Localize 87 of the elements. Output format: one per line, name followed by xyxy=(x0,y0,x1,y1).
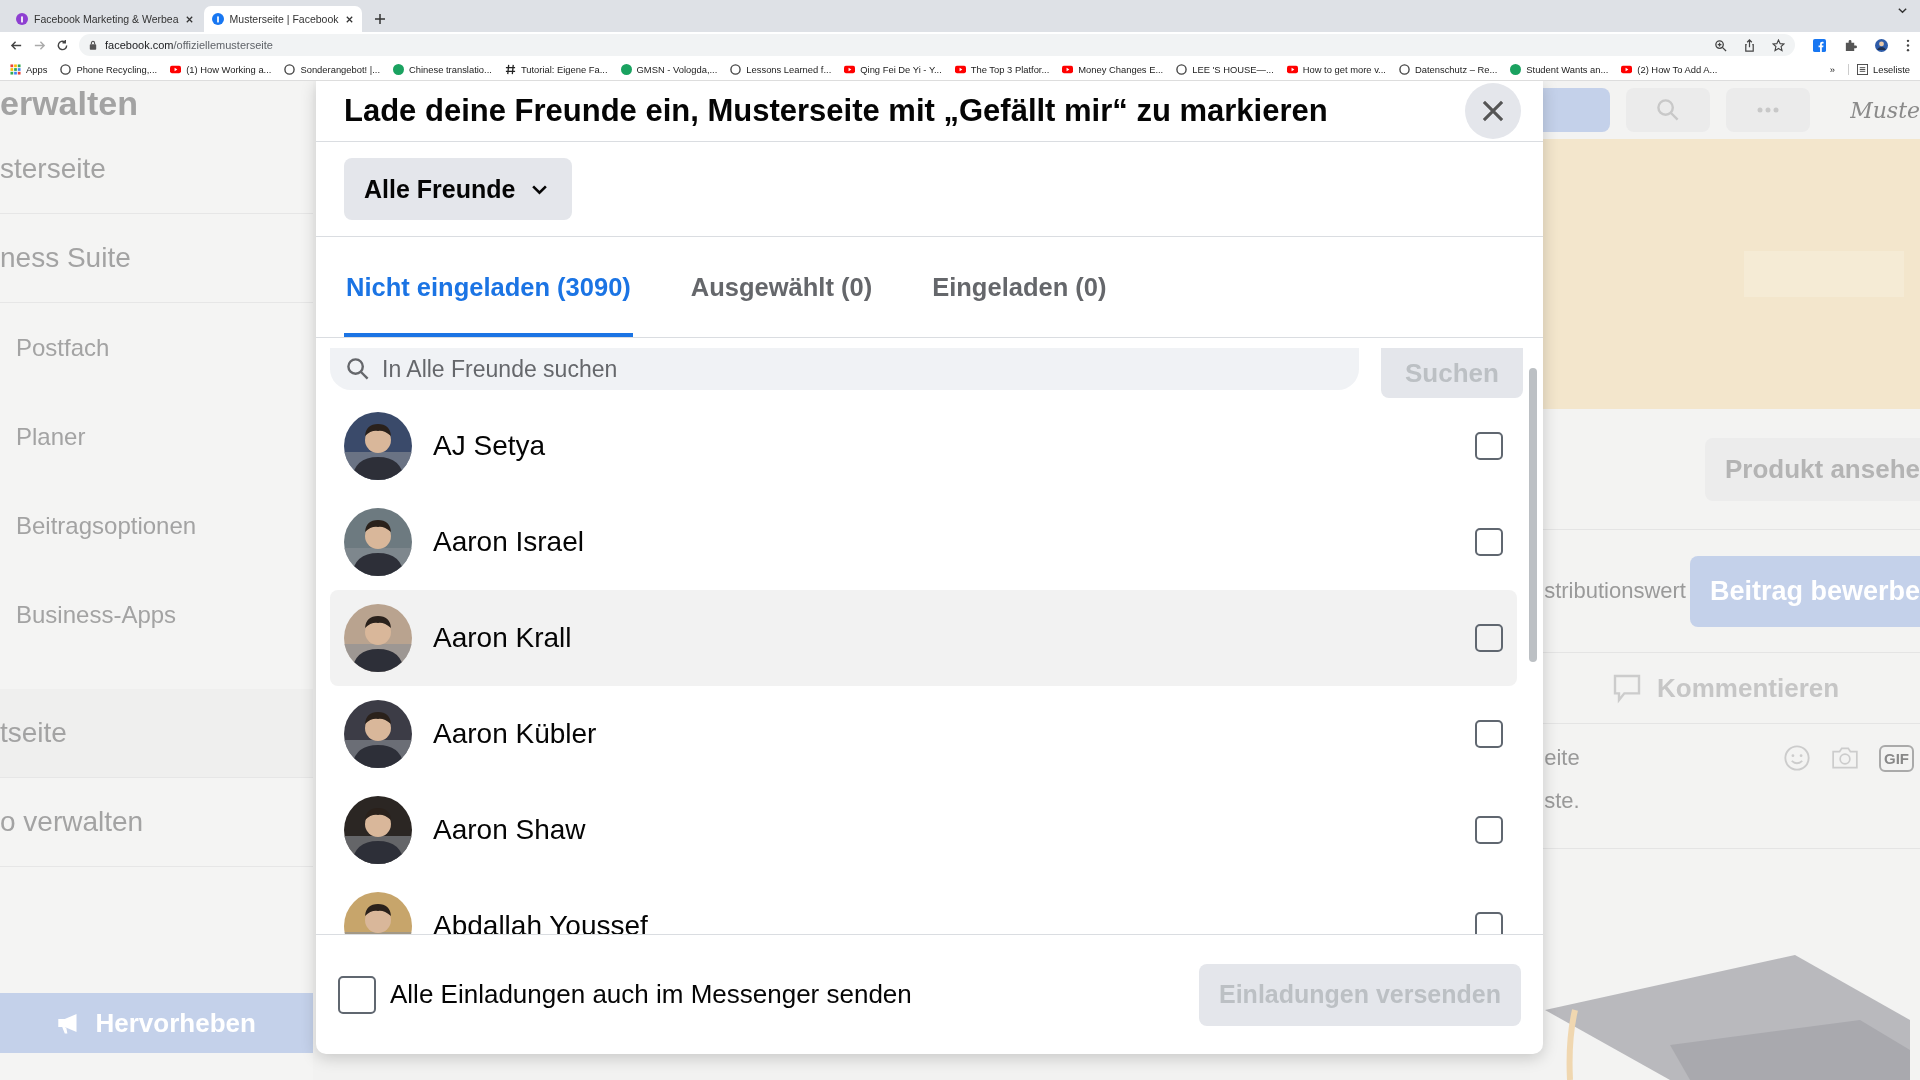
more-bookmarks[interactable]: » xyxy=(1829,63,1835,75)
reload-icon[interactable] xyxy=(56,38,69,52)
site-icon xyxy=(284,63,296,75)
more-icon xyxy=(1756,107,1781,113)
page-logo: Muste xyxy=(1850,97,1920,123)
chevron-down-icon xyxy=(531,183,549,195)
friend-name: AJ Setya xyxy=(433,430,546,462)
site-icon xyxy=(16,13,28,25)
site-icon xyxy=(1398,63,1410,75)
checkbox[interactable] xyxy=(1475,720,1503,748)
play-icon xyxy=(1286,63,1298,75)
distribution-text: stributionswert xyxy=(1543,578,1686,604)
checkbox[interactable] xyxy=(1475,816,1503,844)
profile-avatar[interactable] xyxy=(1875,38,1888,52)
comment-note: ste. xyxy=(1544,788,1581,814)
search-icon xyxy=(346,357,370,381)
apps-grid-icon xyxy=(10,63,21,75)
checkbox[interactable] xyxy=(1475,432,1503,460)
bookmark[interactable]: Tutorial: Eigene Fa... xyxy=(504,63,608,75)
play-icon xyxy=(1621,63,1633,75)
close-button[interactable] xyxy=(1465,83,1521,139)
site-icon xyxy=(60,63,72,75)
play-icon xyxy=(954,63,966,75)
menu-icon[interactable] xyxy=(1906,38,1910,52)
checkbox[interactable] xyxy=(1475,912,1503,934)
filter-dropdown[interactable]: Alle Freunde xyxy=(344,158,573,220)
close-icon[interactable] xyxy=(344,14,354,24)
bookmark[interactable]: GMSN - Vologda,... xyxy=(620,63,718,75)
friend-name: Aaron Shaw xyxy=(433,814,586,846)
play-icon xyxy=(1062,63,1074,75)
checkbox[interactable] xyxy=(1475,528,1503,556)
site-icon xyxy=(1176,63,1188,75)
dialog-title: Lade deine Freunde ein, Musterseite mit „Gefällt mir“ zu markieren xyxy=(344,93,1328,129)
friend-row[interactable]: Aaron Shaw xyxy=(330,782,1517,878)
site-icon xyxy=(393,63,404,75)
bookmark[interactable]: Money Changes E... xyxy=(1062,63,1164,75)
bookmark[interactable]: How to get more v... xyxy=(1286,63,1386,75)
friend-name: Aaron Israel xyxy=(433,526,584,558)
new-tab-icon[interactable] xyxy=(373,13,386,25)
list-icon xyxy=(1857,63,1868,75)
close-icon xyxy=(1480,98,1506,124)
bookmark[interactable]: Qing Fei De Yi - Y... xyxy=(844,63,942,75)
site-icon xyxy=(620,63,632,75)
bookmark[interactable]: Sonderangebot! |... xyxy=(284,63,380,75)
zoom-icon[interactable] xyxy=(1714,38,1727,52)
friend-row[interactable]: Aaron Kübler xyxy=(330,686,1517,782)
bookmark[interactable]: The Top 3 Platfor... xyxy=(954,63,1050,75)
bookmark[interactable]: (2) How To Add A... xyxy=(1621,63,1718,75)
site-icon xyxy=(1510,63,1522,75)
dialog-tab[interactable]: Ausgewählt (0) xyxy=(688,237,875,337)
bookmark[interactable]: Chinese translatio... xyxy=(393,63,492,75)
messenger-option: Alle Einladungen auch im Messenger senden xyxy=(390,979,912,1010)
bookmark[interactable]: Phone Recycling,... xyxy=(60,63,158,75)
friend-row[interactable]: Aaron Krall xyxy=(330,590,1517,686)
share-icon[interactable] xyxy=(1743,38,1756,52)
search-icon xyxy=(1656,98,1681,122)
friend-name: Aaron Krall xyxy=(433,622,572,654)
checkbox[interactable] xyxy=(338,975,376,1014)
friend-name: Aaron Kübler xyxy=(433,718,597,750)
bookmark[interactable]: (1) How Working a... xyxy=(170,63,272,75)
site-icon xyxy=(730,63,742,75)
puzzle-icon[interactable] xyxy=(1844,38,1857,52)
bookmark[interactable]: Apps xyxy=(10,63,48,75)
lock-icon xyxy=(89,40,97,50)
hash-icon xyxy=(504,63,516,75)
bookmark[interactable]: Lessons Learned f... xyxy=(730,63,832,75)
star-icon[interactable] xyxy=(1772,38,1785,52)
close-icon[interactable] xyxy=(184,14,194,24)
bookmark[interactable]: Datenschutz – Re... xyxy=(1398,63,1498,75)
sidebar-heading: erwalten xyxy=(0,83,139,124)
play-icon xyxy=(844,63,856,75)
browser-tab[interactable]: Facebook Marketing & Werbea xyxy=(8,6,202,32)
address-bar[interactable]: facebook.com/offiziellemusterseite xyxy=(79,34,1795,56)
dialog-tab[interactable]: Eingeladen (0) xyxy=(930,237,1109,337)
scrollbar[interactable] xyxy=(1529,368,1537,662)
browser-tab[interactable]: Musterseite | Facebook xyxy=(203,6,362,32)
facebook-icon[interactable] xyxy=(1813,38,1826,52)
friend-row[interactable]: Aaron Israel xyxy=(330,494,1517,590)
checkbox[interactable] xyxy=(1475,624,1503,652)
site-icon xyxy=(211,13,224,25)
friend-row[interactable]: AJ Setya xyxy=(330,398,1517,494)
bookmark[interactable]: LEE 'S HOUSE—... xyxy=(1176,63,1274,75)
bookmark[interactable]: Student Wants an... xyxy=(1510,63,1609,75)
dialog-tab[interactable]: Nicht eingeladen (3090) xyxy=(344,237,633,337)
search-field[interactable]: In Alle Freunde suchen xyxy=(330,348,1359,390)
reading-list[interactable]: Leseliste xyxy=(1848,63,1910,75)
play-icon xyxy=(170,63,182,75)
